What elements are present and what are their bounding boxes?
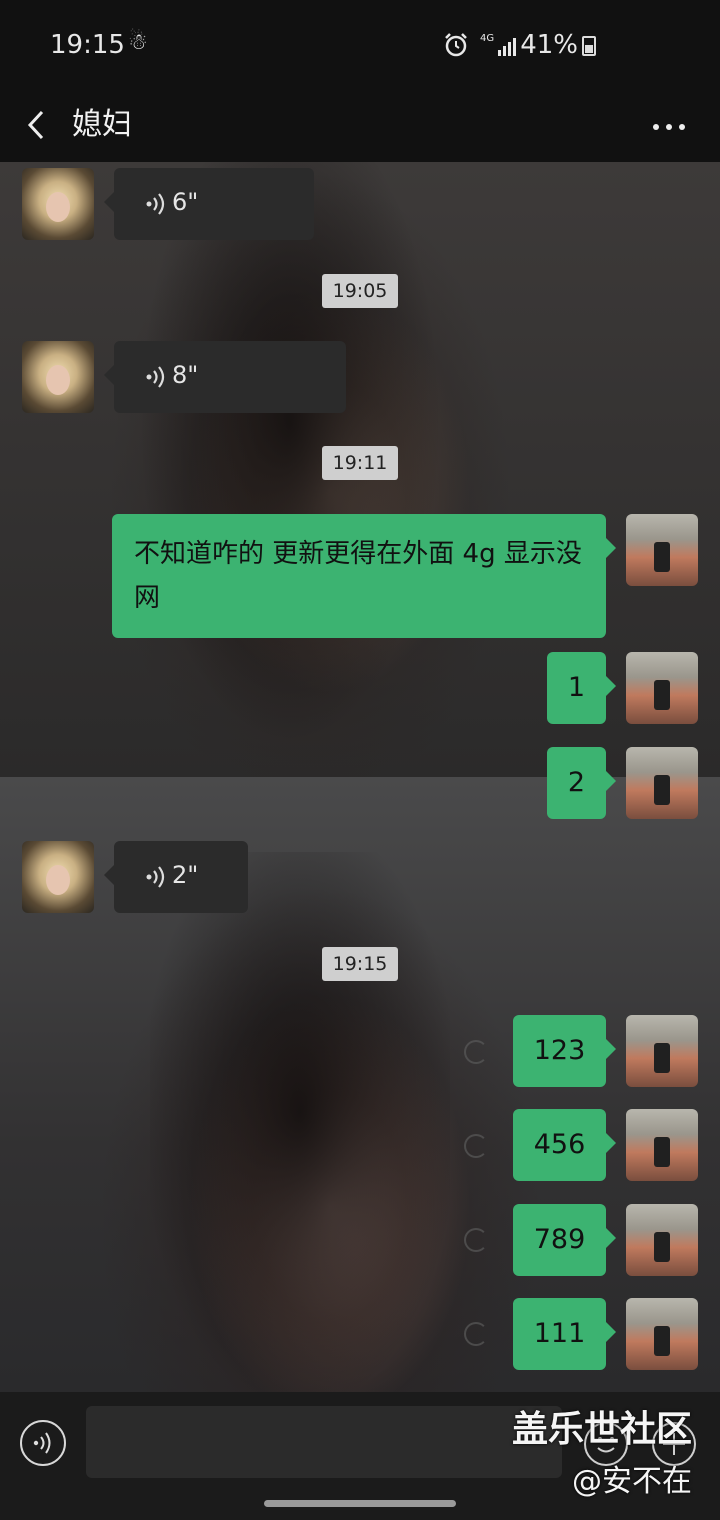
- chat-title: 媳妇: [72, 107, 132, 142]
- my-avatar[interactable]: [626, 652, 698, 724]
- status-bar: 19:15 ☃ 4G 41%: [0, 0, 720, 92]
- my-avatar[interactable]: [626, 747, 698, 819]
- my-avatar[interactable]: [626, 514, 698, 586]
- timestamp: 19:15: [322, 947, 398, 981]
- voice-message[interactable]: 8": [104, 341, 346, 413]
- voice-wave-icon: [146, 866, 165, 888]
- voice-message[interactable]: 2": [104, 841, 248, 913]
- my-avatar[interactable]: [626, 1298, 698, 1370]
- sending-spinner-icon: [464, 1322, 488, 1346]
- alarm-icon: [445, 33, 467, 57]
- text-message[interactable]: 789: [513, 1204, 616, 1276]
- text-message[interactable]: 不知道咋的 更新更得在外面 4g 显示没网: [112, 514, 616, 638]
- sending-spinner-icon: [464, 1134, 488, 1158]
- sending-spinner-icon: [464, 1040, 488, 1064]
- network-type: 4G: [480, 33, 495, 44]
- voice-wave-icon: [146, 193, 165, 215]
- my-avatar[interactable]: [626, 1015, 698, 1087]
- home-indicator[interactable]: [264, 1500, 456, 1507]
- my-avatar[interactable]: [626, 1204, 698, 1276]
- voice-wave-icon: [146, 366, 165, 388]
- message-text: 不知道咋的 更新更得在外面 4g 显示没网: [134, 539, 582, 613]
- notification-icon: ☃: [128, 30, 148, 55]
- message-input[interactable]: [86, 1406, 562, 1478]
- voice-message[interactable]: 6": [104, 168, 314, 240]
- text-message[interactable]: 456: [513, 1109, 616, 1181]
- text-message[interactable]: 2: [547, 747, 616, 819]
- sending-spinner-icon: [464, 1228, 488, 1252]
- text-message[interactable]: 1: [547, 652, 616, 724]
- battery-percent: 41%: [520, 30, 578, 60]
- contact-avatar[interactable]: [22, 841, 94, 913]
- text-message[interactable]: 123: [513, 1015, 616, 1087]
- timestamp: 19:11: [322, 446, 398, 480]
- voice-duration: 8": [172, 361, 199, 389]
- watermark-author: @安不在: [572, 1464, 692, 1499]
- timestamp: 19:05: [322, 274, 398, 308]
- back-icon[interactable]: [18, 100, 58, 150]
- voice-duration: 2": [172, 861, 199, 889]
- contact-avatar[interactable]: [22, 341, 94, 413]
- text-message[interactable]: 111: [513, 1298, 616, 1370]
- voice-duration: 6": [172, 188, 199, 216]
- more-icon[interactable]: [644, 100, 694, 150]
- my-avatar[interactable]: [626, 1109, 698, 1181]
- watermark-title: 盖乐世社区: [512, 1409, 693, 1450]
- contact-avatar[interactable]: [22, 168, 94, 240]
- chat-header: 媳妇: [0, 92, 720, 162]
- battery-icon: [582, 36, 596, 56]
- signal-icon: [498, 38, 516, 56]
- voice-toggle-icon[interactable]: [20, 1420, 66, 1466]
- status-time: 19:15: [50, 30, 125, 60]
